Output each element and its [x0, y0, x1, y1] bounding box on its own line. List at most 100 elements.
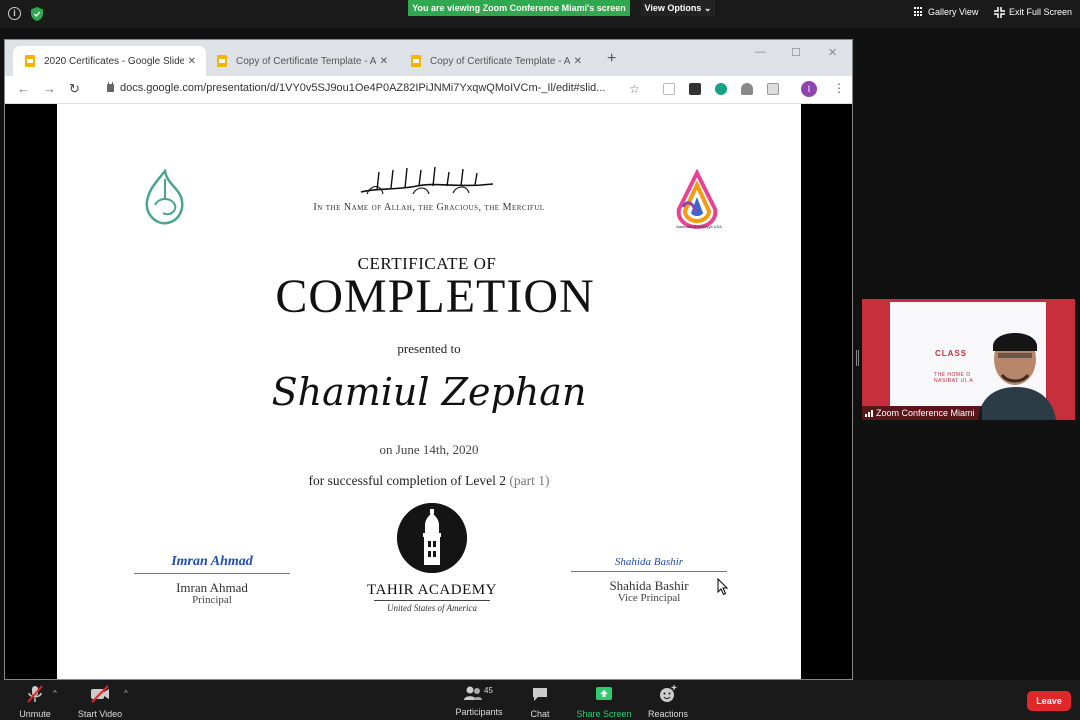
google-slides-icon	[217, 55, 227, 67]
signal-strength-icon	[865, 409, 873, 417]
exit-full-screen-button[interactable]: Exit Full Screen	[994, 4, 1072, 20]
completion-part: (part 1)	[509, 473, 550, 488]
google-slides-icon	[411, 55, 421, 67]
calligraphy-logo	[145, 169, 184, 225]
bookmark-star-icon[interactable]: ☆	[629, 82, 640, 96]
sharing-status-banner: You are viewing Zoom Conference Miami's …	[408, 0, 630, 16]
pdf-extension-icon[interactable]	[689, 83, 701, 95]
certificate-heading-large: COMPLETION	[275, 270, 595, 323]
leave-meeting-button[interactable]: Leave	[1027, 691, 1071, 711]
participant-video-tile[interactable]: CLASS THE HOME O NASIRAT UL A Zoom Confe…	[862, 299, 1075, 420]
participants-icon-wrap: 45	[459, 684, 499, 704]
academy-block: TAHIR ACADEMY United States of America	[327, 582, 537, 613]
gallery-view-button[interactable]: Gallery View	[914, 4, 978, 20]
minimize-icon[interactable]: —	[755, 46, 766, 58]
presentation-area: In the Name of Allah, the Gracious, the …	[5, 104, 852, 679]
certificate-date: on June 14th, 2020	[379, 442, 479, 457]
browser-tab[interactable]: 2020 Certificates - Google Slides ✕	[13, 46, 206, 76]
bismillah-calligraphy	[360, 166, 494, 195]
zoom-control-bar: Unmute ^ Start Video ^ 45 Participants C…	[0, 680, 1080, 720]
browser-toolbar: ← → ↻ docs.google.com/presentation/d/1VY…	[5, 76, 852, 104]
academy-location: United States of America	[386, 603, 478, 613]
signature-block-right: Shahida Bashir Shahida Bashir Vice Princ…	[571, 556, 727, 604]
unmute-button[interactable]: Unmute	[0, 684, 70, 719]
chat-button[interactable]: Chat	[505, 684, 575, 719]
grammarly-icon[interactable]	[715, 83, 727, 95]
cast-extension-icon[interactable]	[767, 83, 779, 95]
unmute-label: Unmute	[19, 709, 51, 719]
maximize-icon[interactable]: ☐	[791, 46, 801, 59]
close-tab-icon[interactable]: ✕	[188, 56, 196, 67]
new-tab-icon[interactable]: +	[607, 51, 616, 67]
signature: Imran Ahmad	[171, 554, 253, 569]
shared-browser-window: 2020 Certificates - Google Slides ✕ Copy…	[4, 39, 853, 680]
profile-avatar[interactable]: I	[801, 81, 817, 97]
address-bar[interactable]: docs.google.com/presentation/d/1VY0v5SJ9…	[107, 82, 627, 94]
presented-to-text: presented to	[397, 341, 461, 356]
grid-icon	[914, 7, 924, 17]
academy-name: TAHIR ACADEMY	[367, 582, 497, 598]
right-logo-caption: Nasiratul Ahmadiyya USA	[676, 224, 722, 229]
browser-tab[interactable]: Copy of Certificate Template - Ap ✕	[399, 46, 592, 76]
browser-menu-icon[interactable]: ⋮	[833, 81, 845, 95]
chevron-down-icon: ⌄	[703, 3, 712, 13]
participant-name-label: Zoom Conference Miami	[862, 406, 982, 420]
gallery-view-label: Gallery View	[928, 7, 979, 17]
video-options-caret-icon[interactable]: ^	[124, 689, 128, 698]
mouse-cursor-icon	[717, 578, 729, 596]
share-screen-label: Share Screen	[576, 709, 632, 719]
chat-icon	[533, 688, 547, 701]
view-options-button[interactable]: View Options ⌄	[641, 0, 715, 16]
completion-level: for successful completion of Level 2	[308, 473, 507, 488]
exit-fullscreen-icon	[994, 6, 1005, 18]
browser-tab[interactable]: Copy of Certificate Template - Ac ✕	[205, 46, 398, 76]
mic-muted-icon	[27, 685, 43, 703]
cloud-extension-icon[interactable]	[741, 83, 753, 95]
participants-label: Participants	[455, 707, 503, 717]
participant-name: Zoom Conference Miami	[876, 408, 975, 418]
academy-rule	[374, 600, 490, 601]
url-text: docs.google.com/presentation/d/1VY0v5SJ9…	[120, 82, 606, 94]
signature: Shahida Bashir	[614, 556, 684, 568]
panel-resize-handle[interactable]	[856, 350, 859, 366]
participant-count: 45	[484, 686, 493, 695]
reactions-label: Reactions	[647, 709, 689, 719]
zoom-meeting-window: i You are viewing Zoom Conference Miami'…	[0, 0, 1080, 720]
bismillah-translation: In the Name of Allah, the Gracious, the …	[313, 202, 545, 213]
meeting-info-icon[interactable]: i	[8, 7, 21, 20]
tab-label: Copy of Certificate Template - Ac	[236, 55, 376, 67]
recipient-name: Shamiul Zephan	[271, 370, 587, 414]
signature-line	[134, 573, 290, 574]
signature-line	[571, 571, 727, 572]
tahir-academy-seal	[397, 503, 467, 573]
chat-label: Chat	[530, 709, 550, 719]
participants-icon	[464, 686, 482, 700]
view-options-label: View Options	[644, 3, 702, 13]
reload-icon[interactable]: ↻	[69, 82, 80, 96]
completion-text: for successful completion of Level 2 (pa…	[57, 473, 801, 489]
lock-icon	[107, 82, 114, 92]
reactions-button[interactable]: Reactions	[633, 684, 703, 719]
extension-icon[interactable]	[663, 83, 675, 95]
certificate-slide: In the Name of Allah, the Gracious, the …	[57, 104, 801, 679]
exit-full-screen-label: Exit Full Screen	[1009, 7, 1073, 17]
forward-arrow-icon[interactable]: →	[43, 82, 56, 96]
close-window-icon[interactable]: ✕	[828, 46, 837, 59]
signatory-role: Principal	[192, 594, 232, 606]
close-tab-icon[interactable]: ✕	[574, 56, 582, 67]
close-tab-icon[interactable]: ✕	[380, 56, 388, 67]
participants-button[interactable]: 45 Participants	[444, 684, 514, 717]
share-screen-button[interactable]: Share Screen	[569, 684, 639, 719]
browser-tab-bar: 2020 Certificates - Google Slides ✕ Copy…	[5, 40, 852, 76]
encryption-shield-icon[interactable]	[31, 7, 43, 21]
reactions-icon	[660, 685, 677, 702]
start-video-label: Start Video	[77, 709, 123, 719]
tab-label: Copy of Certificate Template - Ap	[430, 55, 570, 67]
tab-label: 2020 Certificates - Google Slides	[44, 55, 184, 67]
google-slides-icon	[25, 55, 35, 67]
signature-block-left: Imran Ahmad Imran Ahmad Principal	[134, 554, 290, 606]
signatory-role: Vice Principal	[617, 592, 681, 604]
video-off-icon	[91, 685, 109, 703]
audio-options-caret-icon[interactable]: ^	[53, 689, 57, 698]
back-arrow-icon[interactable]: ←	[17, 82, 30, 96]
